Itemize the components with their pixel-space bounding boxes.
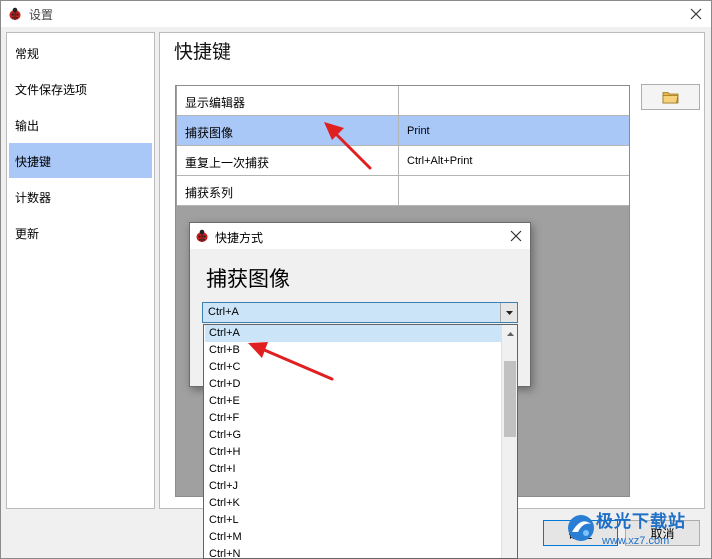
shortcut-options-list: Ctrl+A Ctrl+B Ctrl+C Ctrl+D Ctrl+E Ctrl+… bbox=[203, 324, 518, 559]
scrollbar-thumb[interactable] bbox=[504, 361, 516, 437]
table-row[interactable]: 重复上一次捕获 Ctrl+Alt+Print bbox=[177, 146, 629, 176]
option-ctrl-j[interactable]: Ctrl+J bbox=[205, 478, 501, 495]
table-row[interactable]: 捕获系列 bbox=[177, 176, 629, 206]
page-title: 快捷键 bbox=[174, 42, 232, 63]
sidebar-item-label: 输出 bbox=[15, 119, 40, 133]
hotkey-action: 重复上一次捕获 bbox=[177, 146, 399, 175]
scroll-up-icon[interactable] bbox=[502, 325, 517, 342]
dialog-title-bar: 快捷方式 bbox=[190, 223, 530, 249]
sidebar-item-update[interactable]: 更新 bbox=[9, 215, 152, 249]
watermark: 极光下载站 www.xz7.com bbox=[566, 505, 706, 555]
close-icon[interactable] bbox=[505, 225, 527, 247]
sidebar-item-label: 更新 bbox=[15, 227, 40, 241]
folder-icon bbox=[662, 92, 678, 104]
option-ctrl-i[interactable]: Ctrl+I bbox=[205, 461, 501, 478]
option-ctrl-a[interactable]: Ctrl+A bbox=[205, 325, 501, 342]
hotkey-action: 显示编辑器 bbox=[177, 86, 399, 115]
option-ctrl-l[interactable]: Ctrl+L bbox=[205, 512, 501, 529]
watermark-url: www.xz7.com bbox=[602, 535, 670, 547]
option-ctrl-e[interactable]: Ctrl+E bbox=[205, 393, 501, 410]
option-ctrl-n[interactable]: Ctrl+N bbox=[205, 546, 501, 558]
sidebar-item-counter[interactable]: 计数器 bbox=[9, 179, 152, 213]
sidebar-item-output[interactable]: 输出 bbox=[9, 107, 152, 141]
title-bar: 设置 bbox=[1, 1, 711, 27]
option-ctrl-b[interactable]: Ctrl+B bbox=[205, 342, 501, 359]
option-ctrl-m[interactable]: Ctrl+M bbox=[205, 529, 501, 546]
hotkey-value bbox=[399, 86, 629, 115]
sidebar-item-general[interactable]: 常规 bbox=[9, 35, 152, 69]
option-ctrl-f[interactable]: Ctrl+F bbox=[205, 410, 501, 427]
chevron-down-icon[interactable] bbox=[500, 303, 517, 322]
watermark-logo-icon bbox=[568, 515, 594, 541]
sidebar-item-file-save[interactable]: 文件保存选项 bbox=[9, 71, 152, 105]
sidebar-item-label: 计数器 bbox=[15, 191, 52, 205]
sidebar-item-label: 快捷键 bbox=[15, 155, 52, 169]
options-scrollbar[interactable] bbox=[501, 325, 517, 558]
option-ctrl-k[interactable]: Ctrl+K bbox=[205, 495, 501, 512]
hotkey-value: Ctrl+Alt+Print bbox=[407, 155, 473, 167]
hotkey-value bbox=[399, 176, 629, 205]
table-row[interactable]: 显示编辑器 bbox=[177, 86, 629, 116]
table-row[interactable]: 捕获图像 Print bbox=[177, 116, 629, 146]
ladybug-icon bbox=[9, 7, 21, 20]
window-title: 设置 bbox=[29, 8, 54, 22]
option-ctrl-h[interactable]: Ctrl+H bbox=[205, 444, 501, 461]
ladybug-icon bbox=[196, 229, 208, 242]
watermark-text: 极光下载站 bbox=[596, 512, 686, 531]
open-folder-button[interactable] bbox=[641, 84, 700, 110]
option-ctrl-g[interactable]: Ctrl+G bbox=[205, 427, 501, 444]
sidebar-item-hotkeys[interactable]: 快捷键 bbox=[9, 143, 152, 178]
shortcut-select-value: Ctrl+A bbox=[208, 306, 239, 318]
option-ctrl-d[interactable]: Ctrl+D bbox=[205, 376, 501, 393]
hotkey-action: 捕获系列 bbox=[177, 176, 399, 205]
shortcut-select[interactable]: Ctrl+A bbox=[202, 302, 518, 323]
close-icon[interactable] bbox=[685, 3, 707, 25]
settings-sidebar: 常规 文件保存选项 输出 快捷键 计数器 更新 bbox=[6, 32, 155, 509]
sidebar-item-label: 文件保存选项 bbox=[15, 83, 88, 97]
hotkey-action: 捕获图像 bbox=[177, 116, 399, 145]
hotkey-value: Print bbox=[407, 125, 430, 137]
option-ctrl-c[interactable]: Ctrl+C bbox=[205, 359, 501, 376]
dialog-title: 快捷方式 bbox=[215, 231, 264, 245]
sidebar-item-label: 常规 bbox=[15, 47, 40, 61]
dialog-heading: 捕获图像 bbox=[206, 268, 290, 291]
